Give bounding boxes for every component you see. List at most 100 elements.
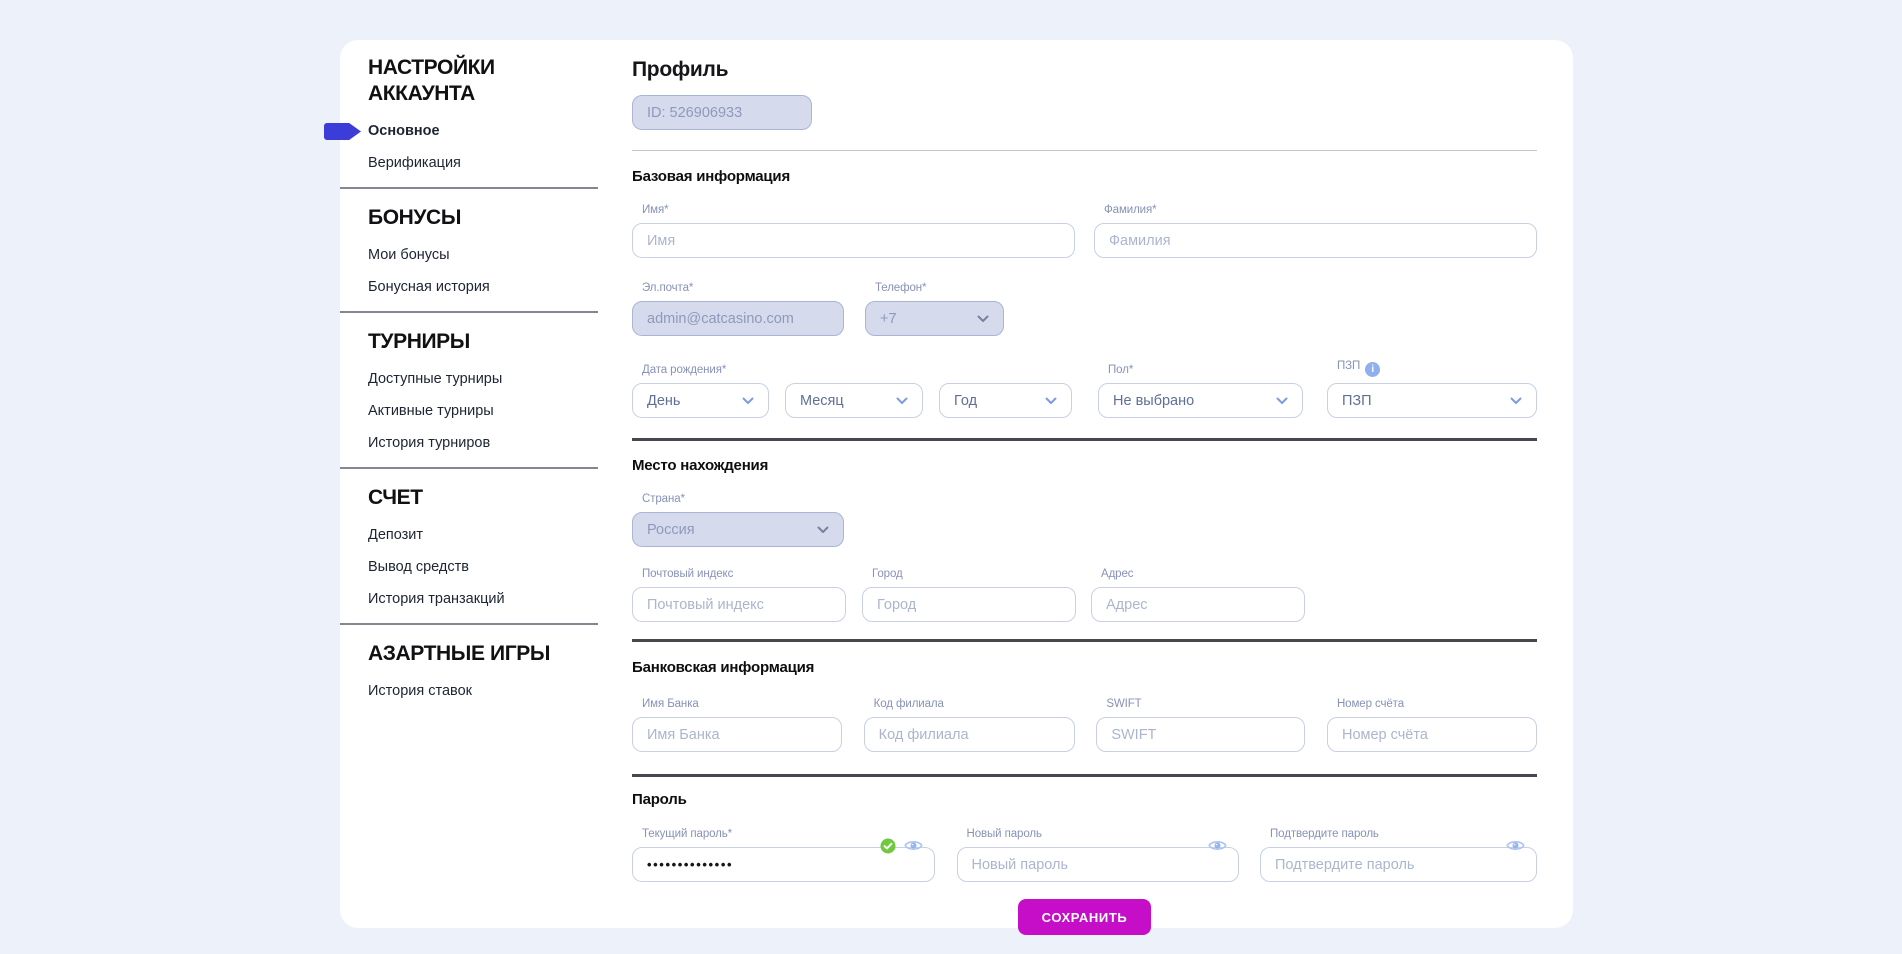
section-divider-dark [632, 774, 1537, 777]
profile-content: Профиль Базовая информация Имя* Фамилия*… [632, 40, 1537, 928]
swift-input[interactable] [1096, 717, 1305, 752]
pzp-label: ПЗП i [1337, 360, 1537, 377]
chevron-down-icon [742, 397, 754, 405]
confirm-password-input[interactable] [1260, 847, 1537, 882]
sidebar: НАСТРОЙКИ АККАУНТА Основное Верификация … [340, 40, 598, 928]
country-value: Россия [647, 522, 695, 538]
country-label: Страна* [642, 493, 844, 506]
sidebar-section-title-tournaments: ТУРНИРЫ [368, 329, 598, 355]
dob-month-select[interactable]: Месяц [785, 383, 923, 418]
bank-info-title: Банковская информация [632, 659, 1537, 676]
country-select: Россия [632, 512, 844, 547]
chevron-down-icon [1510, 397, 1522, 405]
postal-code-label: Почтовый индекс [642, 568, 846, 581]
user-id-field [632, 95, 812, 130]
address-label: Адрес [1101, 568, 1305, 581]
sidebar-item-label: Бонусная история [368, 279, 490, 295]
toggle-password-eye-icon[interactable] [1208, 839, 1227, 852]
phone-label: Телефон* [875, 282, 1004, 295]
first-name-input[interactable] [632, 223, 1075, 258]
city-label: Город [872, 568, 1076, 581]
postal-code-input[interactable] [632, 587, 846, 622]
sidebar-item-bet-history[interactable]: История ставок [368, 683, 598, 700]
branch-code-label: Код филиала [874, 698, 1075, 711]
city-input[interactable] [862, 587, 1076, 622]
location-title: Место нахождения [632, 457, 1537, 474]
first-name-label: Имя* [642, 204, 1075, 217]
sidebar-item-label: Активные турниры [368, 403, 494, 419]
phone-code-select: +7 [865, 301, 1004, 336]
gender-select[interactable]: Не выбрано [1098, 383, 1303, 418]
sidebar-item-deposit[interactable]: Депозит [368, 527, 598, 544]
sidebar-section-title-gambling: АЗАРТНЫЕ ИГРЫ [368, 641, 598, 667]
sidebar-item-transaction-history[interactable]: История транзакций [368, 591, 598, 608]
swift-label: SWIFT [1106, 698, 1305, 711]
sidebar-item-label: История ставок [368, 683, 472, 699]
chevron-down-icon [896, 397, 908, 405]
chevron-down-icon [977, 315, 989, 323]
sidebar-item-label: Вывод средств [368, 559, 469, 575]
dob-label: Дата рождения* [642, 364, 769, 377]
bank-name-input[interactable] [632, 717, 842, 752]
sidebar-divider [340, 467, 598, 469]
sidebar-section-title-settings: НАСТРОЙКИ АККАУНТА [368, 55, 598, 107]
sidebar-item-label: История транзакций [368, 591, 505, 607]
pzp-label-text: ПЗП [1337, 360, 1360, 372]
sidebar-item-label: Мои бонусы [368, 247, 450, 263]
sidebar-item-tournament-history[interactable]: История турниров [368, 435, 598, 452]
last-name-label: Фамилия* [1104, 204, 1537, 217]
sidebar-divider [340, 623, 598, 625]
section-divider-dark [632, 438, 1537, 441]
password-title: Пароль [632, 791, 1537, 808]
account-number-input[interactable] [1327, 717, 1537, 752]
new-password-label: Новый пароль [967, 828, 1239, 841]
dob-year-value: Год [954, 393, 977, 409]
basic-info-title: Базовая информация [632, 168, 1537, 185]
branch-code-input[interactable] [864, 717, 1075, 752]
page-title: Профиль [632, 58, 1537, 82]
sidebar-item-verification[interactable]: Верификация [368, 155, 598, 172]
account-settings-card: НАСТРОЙКИ АККАУНТА Основное Верификация … [340, 40, 1573, 928]
chevron-down-icon [817, 526, 829, 534]
info-icon[interactable]: i [1365, 362, 1380, 377]
sidebar-item-bonus-history[interactable]: Бонусная история [368, 279, 598, 296]
pzp-value: ПЗП [1342, 393, 1372, 409]
sidebar-item-label: История турниров [368, 435, 490, 451]
sidebar-divider [340, 187, 598, 189]
sidebar-section-title-bonuses: БОНУСЫ [368, 205, 598, 231]
last-name-input[interactable] [1094, 223, 1537, 258]
sidebar-item-label: Доступные турниры [368, 371, 502, 387]
gender-label: Пол* [1108, 364, 1303, 377]
sidebar-item-label: Верификация [368, 155, 461, 171]
save-button[interactable]: СОХРАНИТЬ [1018, 899, 1152, 935]
toggle-password-eye-icon[interactable] [904, 839, 923, 852]
section-divider-light [632, 150, 1537, 151]
confirm-password-label: Подтвердите пароль [1270, 828, 1537, 841]
sidebar-item-active-tournaments[interactable]: Активные турниры [368, 403, 598, 420]
dob-month-value: Месяц [800, 393, 844, 409]
pzp-select[interactable]: ПЗП [1327, 383, 1537, 418]
gender-value: Не выбрано [1113, 393, 1194, 409]
sidebar-item-my-bonuses[interactable]: Мои бонусы [368, 247, 598, 264]
sidebar-item-label: Депозит [368, 527, 423, 543]
valid-check-icon [880, 838, 896, 854]
phone-code-value: +7 [880, 311, 897, 327]
chevron-down-icon [1045, 397, 1057, 405]
sidebar-item-withdrawal[interactable]: Вывод средств [368, 559, 598, 576]
bank-name-label: Имя Банка [642, 698, 842, 711]
email-label: Эл.почта* [642, 282, 844, 295]
address-input[interactable] [1091, 587, 1305, 622]
active-item-arrow-icon [324, 123, 361, 140]
sidebar-item-main[interactable]: Основное [368, 123, 598, 140]
toggle-password-eye-icon[interactable] [1506, 839, 1525, 852]
new-password-input[interactable] [957, 847, 1239, 882]
email-field [632, 301, 844, 336]
section-divider-dark [632, 639, 1537, 642]
dob-year-select[interactable]: Год [939, 383, 1072, 418]
sidebar-divider [340, 311, 598, 313]
sidebar-item-label: Основное [368, 123, 440, 139]
sidebar-item-available-tournaments[interactable]: Доступные турниры [368, 371, 598, 388]
dob-day-select[interactable]: День [632, 383, 769, 418]
chevron-down-icon [1276, 397, 1288, 405]
dob-day-value: День [647, 393, 680, 409]
